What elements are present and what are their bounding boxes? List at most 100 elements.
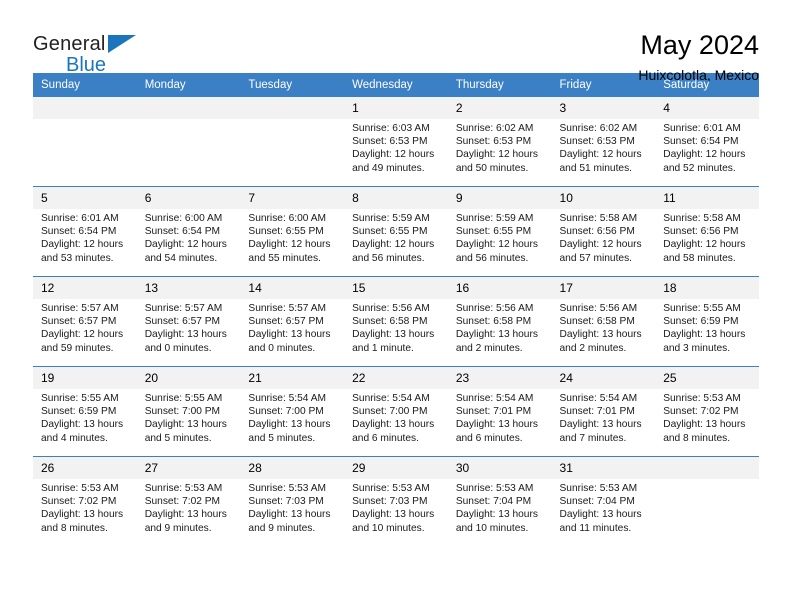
calendar-day-cell[interactable]: 24 Sunrise: 5:54 AM Sunset: 7:01 PM Dayligh…	[551, 366, 656, 457]
sunrise-text: Sunrise: 6:03 AM	[352, 123, 430, 134]
day-number: 19	[33, 367, 137, 389]
sunrise-text: Sunrise: 5:57 AM	[41, 303, 119, 314]
day-number: 1	[344, 97, 448, 119]
daylight-text: Daylight: 12 hours and 50 minutes.	[455, 149, 538, 174]
daylight-text: Daylight: 13 hours and 5 minutes.	[144, 419, 227, 444]
calendar-page: General Blue May 2024 Huixcolotla, Mexic…	[0, 0, 792, 612]
calendar-day-cell[interactable]: 20 Sunrise: 5:55 AM Sunset: 7:00 PM Dayligh…	[136, 366, 241, 457]
calendar-day-cell[interactable]: 31 Sunrise: 5:53 AM Sunset: 7:04 PM Dayligh…	[551, 456, 656, 546]
day-details: Sunrise: 5:53 AM Sunset: 7:02 PM Daylight:…	[33, 479, 137, 535]
day-details: Sunrise: 5:59 AM Sunset: 6:55 PM Daylight:…	[344, 209, 448, 265]
daylight-text: Daylight: 13 hours and 2 minutes.	[455, 329, 538, 354]
calendar-day-cell[interactable]: 4 Sunrise: 6:01 AM Sunset: 6:54 PM Daylight…	[655, 97, 759, 187]
calendar-day-cell[interactable]: 18 Sunrise: 5:55 AM Sunset: 6:59 PM Dayligh…	[655, 276, 759, 367]
day-details: Sunrise: 5:53 AM Sunset: 7:02 PM Daylight:…	[137, 479, 241, 535]
calendar-day-cell[interactable]: 29 Sunrise: 5:53 AM Sunset: 7:03 PM Dayligh…	[344, 456, 448, 546]
calendar-day-cell[interactable]: 23 Sunrise: 5:54 AM Sunset: 7:01 PM Dayligh…	[447, 366, 552, 457]
calendar-day-cell[interactable]: 14 Sunrise: 5:57 AM Sunset: 6:57 PM Dayligh…	[240, 276, 345, 367]
daylight-text: Daylight: 13 hours and 2 minutes.	[559, 329, 642, 354]
sunrise-text: Sunrise: 5:53 AM	[663, 393, 741, 404]
calendar-day-cell[interactable]: 3 Sunrise: 6:02 AM Sunset: 6:53 PM Daylight…	[551, 97, 656, 187]
calendar-day-cell-empty	[33, 97, 137, 187]
daylight-text: Daylight: 13 hours and 3 minutes.	[663, 329, 746, 354]
sunrise-text: Sunrise: 6:01 AM	[41, 213, 119, 224]
sunset-text: Sunset: 7:03 PM	[248, 496, 324, 508]
sunrise-text: Sunrise: 5:56 AM	[559, 303, 638, 314]
brand-logo[interactable]: General Blue	[33, 30, 153, 75]
day-number: 18	[655, 277, 759, 299]
calendar-day-cell[interactable]: 13 Sunrise: 5:57 AM Sunset: 6:57 PM Dayligh…	[136, 276, 241, 367]
daylight-text: Daylight: 12 hours and 58 minutes.	[663, 239, 746, 264]
day-details: Sunrise: 5:54 AM Sunset: 7:00 PM Daylight:…	[344, 389, 448, 445]
calendar-day-cell[interactable]: 16 Sunrise: 5:56 AM Sunset: 6:58 PM Dayligh…	[447, 276, 552, 367]
calendar-day-cell[interactable]: 22 Sunrise: 5:54 AM Sunset: 7:00 PM Dayligh…	[344, 366, 448, 457]
day-details: Sunrise: 5:53 AM Sunset: 7:03 PM Daylight:…	[240, 479, 344, 535]
calendar-day-cell[interactable]: 30 Sunrise: 5:53 AM Sunset: 7:04 PM Dayligh…	[447, 456, 552, 546]
daylight-text: Daylight: 12 hours and 53 minutes.	[41, 239, 124, 264]
day-number: 5	[33, 187, 137, 209]
day-details: Sunrise: 6:01 AM Sunset: 6:54 PM Daylight:…	[655, 119, 759, 175]
sunset-text: Sunset: 7:02 PM	[144, 496, 221, 508]
day-details: Sunrise: 5:54 AM Sunset: 7:01 PM Daylight:…	[552, 389, 656, 445]
daylight-text: Daylight: 13 hours and 7 minutes.	[559, 419, 642, 444]
sunrise-text: Sunrise: 5:53 AM	[352, 483, 430, 494]
day-number: 11	[655, 187, 759, 209]
calendar-week-row: 19 Sunrise: 5:55 AM Sunset: 6:59 PM Dayligh…	[33, 366, 759, 457]
day-number: 15	[344, 277, 448, 299]
sunrise-text: Sunrise: 5:53 AM	[455, 483, 534, 494]
day-details: Sunrise: 5:53 AM Sunset: 7:04 PM Daylight:…	[552, 479, 656, 535]
day-details: Sunrise: 5:54 AM Sunset: 7:01 PM Daylight:…	[448, 389, 552, 445]
calendar-day-cell[interactable]: 26 Sunrise: 5:53 AM Sunset: 7:02 PM Dayligh…	[33, 456, 137, 546]
calendar-day-cell[interactable]: 11 Sunrise: 5:58 AM Sunset: 6:56 PM Dayligh…	[655, 186, 759, 277]
day-number: 22	[344, 367, 448, 389]
calendar-day-cell[interactable]: 9 Sunrise: 5:59 AM Sunset: 6:55 PM Daylight…	[447, 186, 552, 277]
day-details: Sunrise: 5:57 AM Sunset: 6:57 PM Daylight:…	[33, 299, 137, 355]
day-number: 12	[33, 277, 137, 299]
weekday-header-sunday: Sunday	[33, 73, 137, 97]
calendar-day-cell[interactable]: 21 Sunrise: 5:54 AM Sunset: 7:00 PM Dayligh…	[240, 366, 345, 457]
calendar-day-cell[interactable]: 19 Sunrise: 5:55 AM Sunset: 6:59 PM Dayligh…	[33, 366, 137, 457]
calendar-day-cell[interactable]: 5 Sunrise: 6:01 AM Sunset: 6:54 PM Daylight…	[33, 186, 137, 277]
day-details: Sunrise: 6:00 AM Sunset: 6:54 PM Daylight:…	[137, 209, 241, 265]
calendar-day-cell[interactable]: 1 Sunrise: 6:03 AM Sunset: 6:53 PM Daylight…	[344, 97, 448, 187]
sunset-text: Sunset: 7:04 PM	[559, 496, 635, 508]
calendar-day-cell[interactable]: 27 Sunrise: 5:53 AM Sunset: 7:02 PM Dayligh…	[136, 456, 241, 546]
calendar-day-cell[interactable]: 2 Sunrise: 6:02 AM Sunset: 6:53 PM Daylight…	[447, 97, 552, 187]
day-number: 21	[240, 367, 345, 389]
daylight-text: Daylight: 13 hours and 10 minutes.	[455, 509, 538, 534]
calendar-day-cell[interactable]: 28 Sunrise: 5:53 AM Sunset: 7:03 PM Dayligh…	[240, 456, 345, 546]
daylight-text: Daylight: 12 hours and 56 minutes.	[455, 239, 538, 264]
day-details: Sunrise: 5:56 AM Sunset: 6:58 PM Daylight:…	[344, 299, 448, 355]
sunset-text: Sunset: 6:59 PM	[663, 316, 739, 328]
calendar-day-cell[interactable]: 7 Sunrise: 6:00 AM Sunset: 6:55 PM Daylight…	[240, 186, 345, 277]
day-details: Sunrise: 5:53 AM Sunset: 7:03 PM Daylight:…	[344, 479, 448, 535]
sunrise-text: Sunrise: 5:56 AM	[455, 303, 534, 314]
sunset-text: Sunset: 6:54 PM	[663, 136, 739, 148]
day-number: 10	[551, 187, 656, 209]
calendar-day-cell[interactable]: 10 Sunrise: 5:58 AM Sunset: 6:56 PM Dayligh…	[551, 186, 656, 277]
calendar-day-cell[interactable]: 8 Sunrise: 5:59 AM Sunset: 6:55 PM Daylight…	[344, 186, 448, 277]
sunrise-text: Sunrise: 5:53 AM	[41, 483, 119, 494]
daylight-text: Daylight: 13 hours and 4 minutes.	[41, 419, 124, 444]
calendar-table: Sunday Monday Tuesday Wednesday Thursday…	[33, 73, 759, 546]
calendar-week-row: 12 Sunrise: 5:57 AM Sunset: 6:57 PM Dayligh…	[33, 276, 759, 367]
sunset-text: Sunset: 7:02 PM	[41, 496, 117, 508]
sunrise-text: Sunrise: 6:00 AM	[144, 213, 223, 224]
daylight-text: Daylight: 13 hours and 6 minutes.	[455, 419, 538, 444]
calendar-day-cell[interactable]: 25 Sunrise: 5:53 AM Sunset: 7:02 PM Dayligh…	[655, 366, 759, 457]
calendar-day-cell[interactable]: 17 Sunrise: 5:56 AM Sunset: 6:58 PM Dayligh…	[551, 276, 656, 367]
weekday-header-monday: Monday	[136, 73, 241, 97]
day-details: Sunrise: 5:55 AM Sunset: 6:59 PM Daylight:…	[33, 389, 137, 445]
sunset-text: Sunset: 6:54 PM	[41, 226, 117, 238]
sunrise-text: Sunrise: 5:53 AM	[144, 483, 223, 494]
day-details: Sunrise: 6:03 AM Sunset: 6:53 PM Daylight:…	[344, 119, 448, 175]
calendar-day-cell[interactable]: 12 Sunrise: 5:57 AM Sunset: 6:57 PM Dayligh…	[33, 276, 137, 367]
sunset-text: Sunset: 6:57 PM	[248, 316, 324, 328]
calendar-day-cell[interactable]: 6 Sunrise: 6:00 AM Sunset: 6:54 PM Daylight…	[136, 186, 241, 277]
sunrise-text: Sunrise: 5:54 AM	[559, 393, 638, 404]
page-header: General Blue May 2024 Huixcolotla, Mexic…	[33, 0, 759, 83]
sunset-text: Sunset: 7:01 PM	[559, 406, 635, 418]
calendar-day-cell[interactable]: 15 Sunrise: 5:56 AM Sunset: 6:58 PM Dayligh…	[344, 276, 448, 367]
sunset-text: Sunset: 7:00 PM	[352, 406, 428, 418]
sunset-text: Sunset: 6:53 PM	[559, 136, 635, 148]
